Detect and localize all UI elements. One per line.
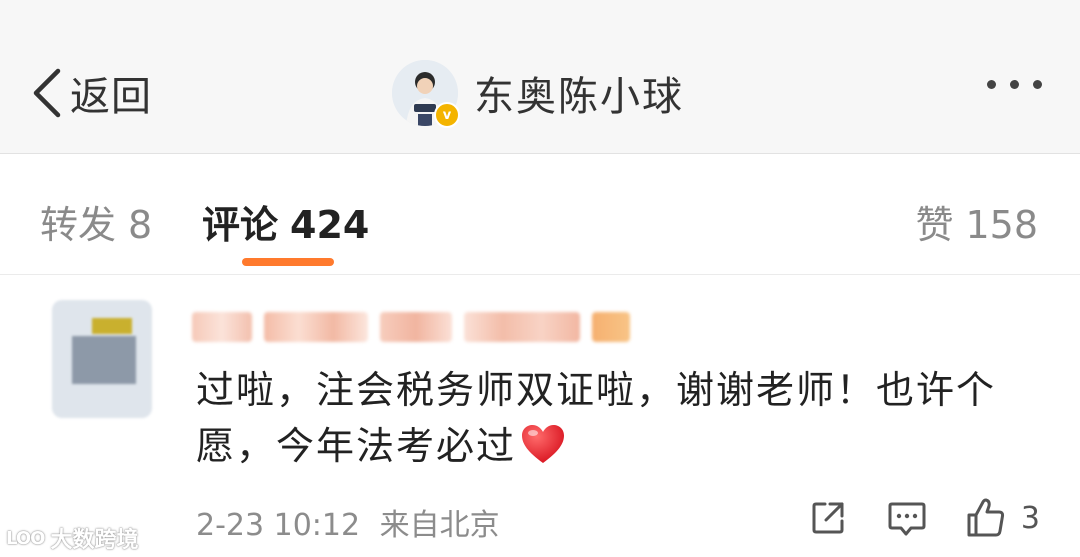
back-button[interactable]: 返回: [30, 60, 152, 126]
comment-actions: 3: [809, 495, 1040, 541]
watermark-text: 大数跨境: [50, 528, 139, 553]
tab-comments-count: 424: [290, 203, 370, 247]
comment-body: 过啦，注会税务师双证啦，谢谢老师！也许个愿，今年法考必过: [196, 362, 1056, 474]
watermark-logo: LOO: [6, 527, 45, 549]
back-label: 返回: [70, 74, 152, 120]
profile-header[interactable]: v 东奥陈小球: [392, 60, 684, 128]
tab-comments[interactable]: 评论 424: [202, 194, 369, 249]
watermark: LOO 大数跨境: [6, 522, 138, 554]
heart-emoji: [522, 425, 565, 463]
tab-repost-count: 8: [128, 203, 153, 247]
post-tabs: 转发 8 评论 424 赞 158: [0, 154, 1080, 275]
chevron-left-icon: [33, 68, 61, 118]
share-button[interactable]: [809, 499, 847, 537]
share-icon: [812, 502, 844, 534]
active-tab-indicator: [242, 258, 334, 266]
navigation-bar: 返回 v 东奥陈小球: [0, 0, 1080, 154]
more-dots-icon[interactable]: [987, 80, 1042, 89]
tab-repost[interactable]: 转发 8: [40, 194, 152, 249]
verified-badge: v: [434, 102, 460, 128]
tab-comments-label: 评论: [202, 203, 279, 247]
tab-likes-count: 158: [965, 203, 1038, 247]
tab-repost-label: 转发: [40, 203, 117, 247]
reply-icon: [888, 502, 926, 536]
tab-likes[interactable]: 赞 158: [915, 194, 1038, 249]
tab-likes-label: 赞: [915, 203, 954, 247]
comment-source: 来自北京: [379, 508, 500, 543]
like-button[interactable]: 3: [965, 497, 1040, 539]
profile-name[interactable]: 东奥陈小球: [474, 64, 684, 122]
like-count: 3: [1020, 500, 1040, 536]
reply-button[interactable]: [887, 499, 927, 537]
commenter-username-blurred[interactable]: [192, 308, 630, 346]
comment-time: 2-23 10:12: [196, 508, 361, 543]
comment-text: 过啦，注会税务师双证啦，谢谢老师！也许个愿，今年法考必过: [196, 368, 997, 468]
comment-meta: 2-23 10:12 来自北京: [196, 500, 500, 544]
commenter-avatar[interactable]: [52, 300, 152, 418]
thumbs-up-icon: [967, 498, 1004, 537]
profile-avatar[interactable]: v: [392, 60, 460, 128]
